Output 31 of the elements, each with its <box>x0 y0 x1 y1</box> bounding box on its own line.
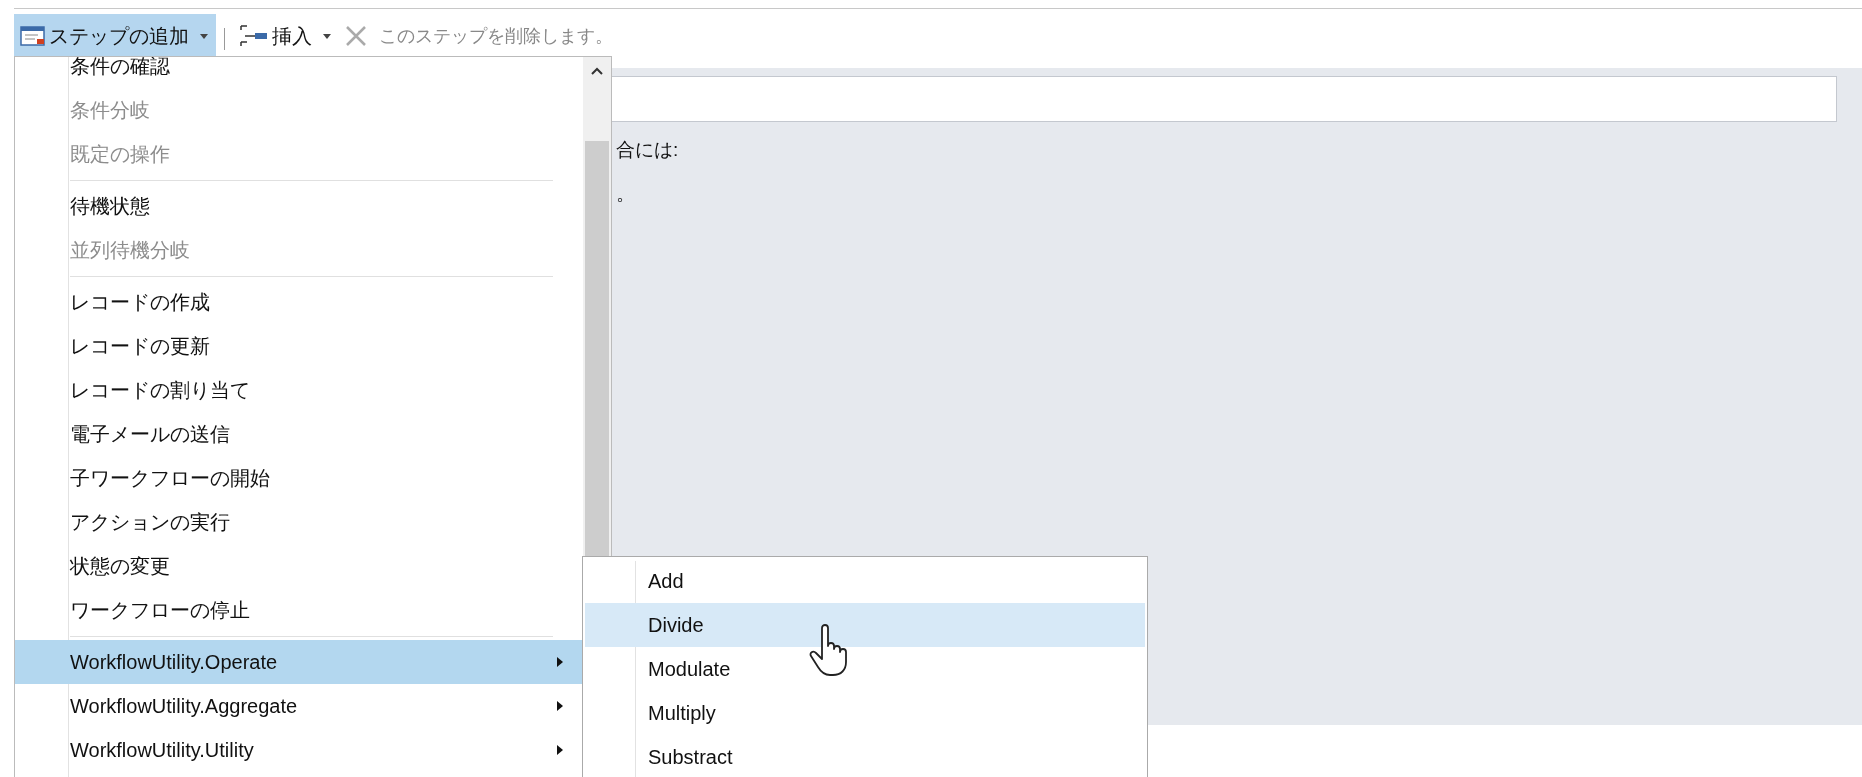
hand-cursor-icon <box>808 624 848 676</box>
submenu-arrow-icon <box>557 701 563 711</box>
scroll-up-icon[interactable] <box>591 67 603 75</box>
menu-item[interactable]: アクションの実行 <box>15 500 583 544</box>
menu-item[interactable]: WorkflowUtility.Aggregate <box>15 684 583 728</box>
menu-item[interactable]: WorkflowUtility.Utility <box>15 728 583 772</box>
menu-item[interactable]: レコードの割り当て <box>15 368 583 412</box>
menu-item[interactable]: レコードの更新 <box>15 324 583 368</box>
insert-button[interactable]: 挿入 <box>233 14 339 58</box>
close-icon <box>345 25 367 47</box>
menu-item[interactable]: 待機状態 <box>15 184 583 228</box>
menu-item[interactable]: WorkflowUtility.Operate <box>15 640 583 684</box>
add-step-button[interactable]: ステップの追加 <box>14 14 216 58</box>
content-text: 合には: <box>616 138 679 162</box>
submenu-item[interactable]: Divide <box>585 603 1145 647</box>
menu-item[interactable]: レコードの作成 <box>15 280 583 324</box>
menu-item[interactable]: 電子メールの送信 <box>15 412 583 456</box>
caret-icon <box>323 33 331 39</box>
submenu-item[interactable]: Multiply <box>585 691 1145 735</box>
menu-item[interactable]: 子ワークフローの開始 <box>15 456 583 500</box>
menu-item[interactable]: 状態の変更 <box>15 544 583 588</box>
submenu-item[interactable]: Add <box>585 559 1145 603</box>
submenu-arrow-icon <box>557 657 563 667</box>
content-text: 。 <box>616 182 635 206</box>
caret-icon <box>200 33 208 39</box>
menu-item[interactable]: ワークフローの停止 <box>15 588 583 632</box>
form-icon <box>20 25 46 47</box>
submenu-item[interactable]: Substract <box>585 735 1145 777</box>
insert-step-icon <box>239 24 269 48</box>
submenu-arrow-icon <box>557 745 563 755</box>
submenu-item[interactable]: Modulate <box>585 647 1145 691</box>
